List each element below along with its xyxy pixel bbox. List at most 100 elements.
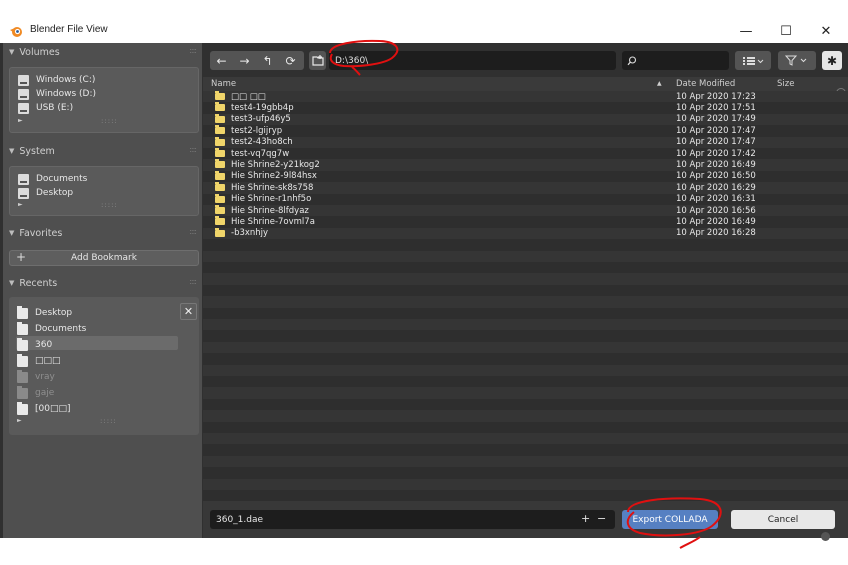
resize-grip-icon[interactable]: ::::: — [101, 201, 118, 209]
expand-triangle-icon[interactable]: ► — [18, 117, 23, 124]
system-panel-header[interactable]: ▼ System :::: — [3, 143, 202, 159]
remove-recent-button[interactable]: ✕ — [180, 303, 197, 320]
recent-item-360[interactable]: 360 — [17, 337, 53, 352]
increment-filename-button[interactable]: + — [581, 512, 590, 525]
file-row[interactable]: test4-19gbb4p 10 Apr 2020 17:51 — [203, 102, 848, 114]
add-bookmark-button[interactable]: + Add Bookmark — [9, 250, 199, 266]
parent-directory-button[interactable]: ↰ — [256, 51, 279, 70]
folder-icon — [215, 216, 225, 226]
drive-icon — [18, 88, 29, 100]
directory-path-input[interactable]: D:\360\ — [329, 51, 616, 70]
maximize-button[interactable]: ☐ — [766, 19, 806, 43]
file-name-text: Hie Shrine2-9l84hsx — [231, 171, 317, 182]
back-button[interactable]: ← — [210, 51, 233, 70]
new-folder-icon — [311, 55, 324, 66]
file-date: 10 Apr 2020 16:31 — [676, 194, 756, 205]
drag-grip-icon[interactable]: :::: — [189, 145, 197, 154]
drag-grip-icon[interactable]: :::: — [189, 46, 197, 55]
drag-grip-icon[interactable]: :::: — [189, 277, 197, 286]
file-date: 10 Apr 2020 17:51 — [676, 102, 756, 113]
name-column-header[interactable]: Name — [211, 79, 236, 89]
file-name: test2-43ho8ch — [215, 136, 293, 148]
plus-icon: + — [16, 250, 27, 264]
folder-icon — [215, 113, 225, 123]
volume-item-e[interactable]: USB (E:) — [18, 101, 73, 115]
system-header-label: System — [19, 145, 55, 157]
file-row[interactable]: -b3xnhjy 10 Apr 2020 16:28 — [203, 227, 848, 240]
forward-button[interactable]: → — [233, 51, 256, 70]
folder-icon — [215, 159, 225, 169]
toolbar: ← → ↰ ⟳ D:\360\ ✱ — [203, 43, 848, 77]
refresh-button[interactable]: ⟳ — [279, 51, 302, 70]
file-row[interactable]: test2-43ho8ch 10 Apr 2020 17:47 — [203, 136, 848, 148]
empty-row — [203, 364, 848, 376]
file-row[interactable]: Hie Shrine2-y21kog2 10 Apr 2020 16:49 — [203, 159, 848, 171]
empty-row — [203, 250, 848, 262]
expand-triangle-icon[interactable]: ► — [18, 201, 23, 208]
export-collada-button[interactable]: Export COLLADA — [622, 510, 718, 529]
file-name-text: Hie Shrine-8lfdyaz — [231, 205, 309, 216]
expand-triangle-icon[interactable]: ► — [17, 417, 22, 424]
file-row[interactable]: Hie Shrine-sk8s758 10 Apr 2020 16:29 — [203, 182, 848, 194]
cancel-button[interactable]: Cancel — [731, 510, 835, 529]
system-label: Documents — [36, 174, 88, 184]
recents-panel-header[interactable]: ▼ Recents :::: — [3, 275, 202, 291]
resize-grip-icon[interactable]: ::::: — [100, 417, 117, 425]
sidebar: ▼ Volumes :::: Windows (C:) Windows (D:)… — [3, 43, 202, 538]
display-mode-dropdown[interactable] — [735, 51, 771, 70]
sort-ascending-icon: ▲ — [657, 80, 662, 87]
file-list: □□ □□ 10 Apr 2020 17:23 test4-19gbb4p 10 Ap… — [203, 91, 848, 502]
file-row[interactable]: test3-ufp46y5 10 Apr 2020 17:49 — [203, 113, 848, 126]
recent-label: 360 — [35, 340, 53, 350]
recent-item-desktop[interactable]: Desktop — [17, 305, 72, 320]
file-row[interactable]: Hie Shrine-7ovml7a 10 Apr 2020 16:49 — [203, 216, 848, 228]
file-name-text: Hie Shrine-sk8s758 — [231, 182, 314, 193]
filename-input[interactable]: 360_1.dae — [210, 510, 615, 529]
volume-item-d[interactable]: Windows (D:) — [18, 87, 96, 101]
size-column-header[interactable]: Size — [777, 79, 794, 89]
recent-label: Documents — [35, 324, 87, 334]
recents-panel: Desktop Documents 360 □□□ vray gaje [00□… — [9, 297, 199, 435]
recent-item-unnamed[interactable]: □□□ — [17, 353, 61, 368]
recent-item-documents[interactable]: Documents — [17, 321, 87, 336]
file-row[interactable]: Hie Shrine2-9l84hsx 10 Apr 2020 16:50 — [203, 170, 848, 183]
close-window-button[interactable]: ✕ — [806, 19, 846, 43]
file-row[interactable]: test-vq7qg7w 10 Apr 2020 17:42 — [203, 148, 848, 160]
new-folder-button[interactable] — [309, 51, 326, 70]
folder-icon — [215, 205, 225, 214]
system-item-desktop[interactable]: Desktop — [18, 186, 73, 200]
recent-item-vray[interactable]: vray — [17, 369, 55, 384]
recent-item-gaje[interactable]: gaje — [17, 385, 54, 400]
folder-icon — [17, 369, 28, 383]
folder-icon — [17, 401, 28, 415]
search-icon — [627, 55, 637, 65]
filter-search-input[interactable] — [622, 51, 729, 70]
empty-row — [203, 353, 848, 365]
file-row[interactable]: Hie Shrine-r1nhf5o 10 Apr 2020 16:31 — [203, 193, 848, 205]
resize-grip-icon[interactable]: ::::: — [101, 117, 118, 125]
volumes-panel-header[interactable]: ▼ Volumes :::: — [3, 44, 202, 60]
volume-item-c[interactable]: Windows (C:) — [18, 73, 95, 87]
date-column-header[interactable]: Date Modified — [676, 79, 735, 89]
empty-row — [203, 307, 848, 319]
file-name-text: Hie Shrine-7ovml7a — [231, 216, 315, 227]
folder-icon — [215, 136, 225, 146]
resize-corner-icon[interactable] — [821, 532, 830, 541]
filter-dropdown[interactable] — [778, 51, 816, 70]
favorites-panel-header[interactable]: ▼ Favorites :::: — [3, 225, 202, 241]
collapse-arrow-icon: ▼ — [9, 48, 15, 56]
file-row[interactable]: Hie Shrine-8lfdyaz 10 Apr 2020 16:56 — [203, 205, 848, 217]
empty-row — [203, 490, 848, 502]
file-row[interactable]: □□ □□ 10 Apr 2020 17:23 — [203, 91, 848, 103]
drag-grip-icon[interactable]: :::: — [189, 227, 197, 236]
minimize-button[interactable]: — — [726, 19, 766, 43]
decrement-filename-button[interactable]: − — [597, 512, 606, 525]
list-view-icon — [743, 56, 764, 65]
folder-icon — [215, 102, 225, 112]
recent-item-00[interactable]: [00□□] — [17, 401, 70, 416]
file-name: test4-19gbb4p — [215, 102, 294, 113]
settings-gear-button[interactable]: ✱ — [822, 51, 842, 70]
file-row[interactable]: test2-lgijryp 10 Apr 2020 17:47 — [203, 125, 848, 137]
system-item-documents[interactable]: Documents — [18, 172, 87, 186]
file-name: test3-ufp46y5 — [215, 113, 291, 125]
